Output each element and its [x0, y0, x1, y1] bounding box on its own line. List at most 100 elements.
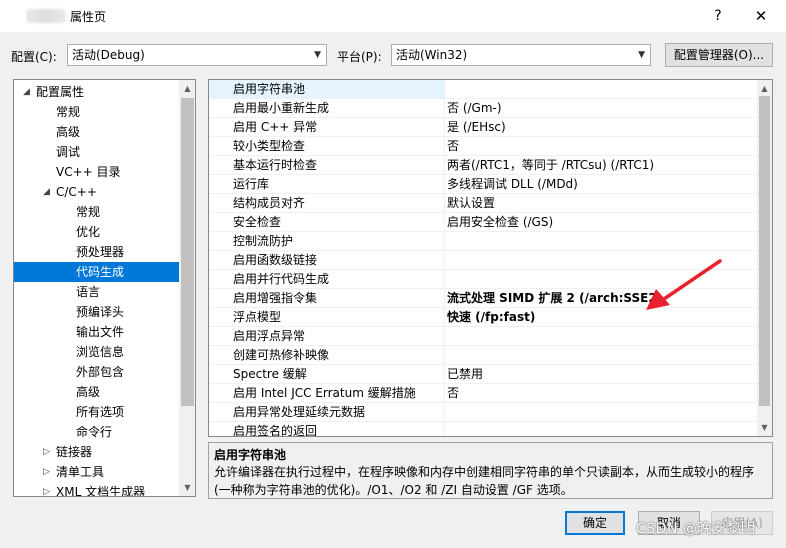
tree-item[interactable]: 预编译头 [14, 302, 179, 322]
tree-item[interactable]: ▷ 清单工具 [14, 462, 179, 482]
property-value[interactable]: 多线程调试 DLL (/MDd) [447, 175, 757, 193]
property-name: 启用 Intel JCC Erratum 缓解措施 [209, 384, 445, 402]
property-name: 启用增强指令集 [209, 289, 445, 307]
property-row[interactable]: 结构成员对齐 默认设置 [209, 194, 757, 213]
tree-item[interactable]: 语言 [14, 282, 179, 302]
tree-item-label: 优化 [76, 225, 101, 239]
property-value[interactable]: 两者(/RTC1，等同于 /RTCsu) (/RTC1) [447, 156, 757, 174]
property-row[interactable]: 创建可热修补映像 [209, 346, 757, 365]
tree-item[interactable]: 高级 [14, 122, 179, 142]
property-tree[interactable]: ◢ 配置属性 常规 高级 调试 VC++ 目录 ◢ C/C++ 常规 优化 预处理器 代码生成 语言 预编… [13, 79, 196, 497]
platform-dropdown[interactable]: 活动(Win32) ▼ [391, 44, 651, 66]
property-value[interactable] [447, 422, 757, 436]
tree-item[interactable]: 常规 [14, 102, 179, 122]
property-row[interactable]: 启用 C++ 异常是 (/EHsc) [209, 118, 757, 137]
property-name: 基本运行时检查 [209, 156, 445, 174]
tree-item[interactable]: 所有选项 [14, 402, 179, 422]
tree-item[interactable]: ◢ C/C++ [14, 182, 179, 202]
collapsed-icon[interactable]: ▷ [43, 442, 50, 462]
ok-button[interactable]: 确定 [565, 511, 625, 535]
expanded-icon[interactable]: ◢ [43, 182, 50, 202]
property-name: 启用字符串池 [209, 80, 445, 98]
property-row[interactable]: 启用最小重新生成否 (/Gm-) [209, 99, 757, 118]
tree-scroll-thumb[interactable] [181, 98, 194, 406]
property-value[interactable]: 否 [447, 137, 757, 155]
property-row[interactable]: 基本运行时检查 两者(/RTC1，等同于 /RTCsu) (/RTC1) [209, 156, 757, 175]
property-value[interactable]: 否 (/Gm-) [447, 99, 757, 117]
property-name: 运行库 [209, 175, 445, 193]
property-value[interactable] [447, 403, 757, 421]
property-value[interactable]: 否 [447, 384, 757, 402]
property-row[interactable]: 启用浮点异常 [209, 327, 757, 346]
tree-item[interactable]: VC++ 目录 [14, 162, 179, 182]
tree-item[interactable]: 输出文件 [14, 322, 179, 342]
tree-item[interactable]: 代码生成 [14, 262, 179, 282]
help-button[interactable]: ? [708, 6, 728, 26]
property-value[interactable]: 是 (/EHsc) [447, 118, 757, 136]
property-row[interactable]: 控制流防护 [209, 232, 757, 251]
tree-item-label: 命令行 [76, 425, 113, 439]
property-value[interactable]: 默认设置 [447, 194, 757, 212]
tree-item-label: 预编译头 [76, 305, 125, 319]
property-row[interactable]: 较小类型检查否 [209, 137, 757, 156]
property-row[interactable]: 启用异常处理延续元数据 [209, 403, 757, 422]
tree-item[interactable]: 常规 [14, 202, 179, 222]
property-name: 启用最小重新生成 [209, 99, 445, 117]
property-row[interactable]: 启用字符串池 [209, 80, 757, 99]
scroll-up-icon[interactable]: ▲ [757, 80, 772, 97]
tree-item-label: 调试 [56, 145, 81, 159]
grid-scrollbar[interactable]: ▲ ▼ [757, 80, 772, 436]
property-row[interactable]: 启用 Intel JCC Erratum 缓解措施否 [209, 384, 757, 403]
property-row[interactable]: Spectre 缓解 已禁用 [209, 365, 757, 384]
description-title: 启用字符串池 [214, 448, 287, 462]
config-manager-button[interactable]: 配置管理器(O)... [665, 43, 773, 67]
tree-item-label: XML 文档生成器 [56, 485, 146, 497]
collapsed-icon[interactable]: ▷ [43, 482, 50, 496]
tree-item[interactable]: ▷ XML 文档生成器 [14, 482, 179, 497]
tree-item-label: 高级 [76, 385, 101, 399]
property-value[interactable]: 启用安全检查 (/GS) [447, 213, 757, 231]
platform-dropdown-value: 活动(Win32) [396, 48, 468, 62]
tree-item-label: 高级 [56, 125, 81, 139]
property-row[interactable]: 启用签名的返回 [209, 422, 757, 436]
tree-item[interactable]: 浏览信息 [14, 342, 179, 362]
expanded-icon[interactable]: ◢ [23, 82, 30, 102]
tree-item[interactable]: 调试 [14, 142, 179, 162]
property-name: 启用浮点异常 [209, 327, 445, 345]
property-row[interactable]: 运行库 多线程调试 DLL (/MDd) [209, 175, 757, 194]
watermark: CSDN @晚安黎明 [636, 521, 756, 537]
close-button[interactable]: ✕ [750, 6, 772, 26]
tree-item-label: 常规 [56, 105, 81, 119]
tree-item[interactable]: ◢ 配置属性 [14, 82, 179, 102]
tree-item[interactable]: 预处理器 [14, 242, 179, 262]
tree-item-label: 外部包含 [76, 365, 125, 379]
description-pane: 启用字符串池 允许编译器在执行过程中，在程序映像和内存中创建相同字符串的单个只读… [208, 442, 773, 499]
property-value[interactable]: 已禁用 [447, 365, 757, 383]
config-dropdown[interactable]: 活动(Debug) ▼ [67, 44, 327, 66]
property-name: 控制流防护 [209, 232, 445, 250]
scroll-down-icon[interactable]: ▼ [757, 419, 772, 436]
property-name: 结构成员对齐 [209, 194, 445, 212]
tree-scrollbar[interactable]: ▲ ▼ [179, 80, 195, 496]
tree-item[interactable]: 高级 [14, 382, 179, 402]
scroll-up-icon[interactable]: ▲ [179, 80, 195, 97]
collapsed-icon[interactable]: ▷ [43, 462, 50, 482]
tree-item[interactable]: ▷ 链接器 [14, 442, 179, 462]
description-text: 允许编译器在执行过程中，在程序映像和内存中创建相同字符串的单个只读副本，从而生成… [214, 465, 755, 497]
property-value[interactable] [447, 346, 757, 364]
tree-item[interactable]: 外部包含 [14, 362, 179, 382]
scroll-down-icon[interactable]: ▼ [179, 479, 195, 496]
property-row[interactable]: 安全检查 启用安全检查 (/GS) [209, 213, 757, 232]
property-value[interactable] [447, 80, 757, 98]
tree-item-label: 代码生成 [76, 265, 125, 279]
grid-scroll-thumb[interactable] [759, 96, 770, 406]
tree-item[interactable]: 命令行 [14, 422, 179, 442]
config-dropdown-value: 活动(Debug) [72, 48, 145, 62]
property-value[interactable] [447, 327, 757, 345]
platform-label: 平台(P): [337, 50, 382, 64]
redacted-project-name [26, 9, 66, 23]
tree-item[interactable]: 优化 [14, 222, 179, 242]
property-value[interactable] [447, 232, 757, 250]
annotation-arrow-icon [646, 259, 722, 310]
title-bar: 属性页 ? ✕ [0, 0, 786, 32]
